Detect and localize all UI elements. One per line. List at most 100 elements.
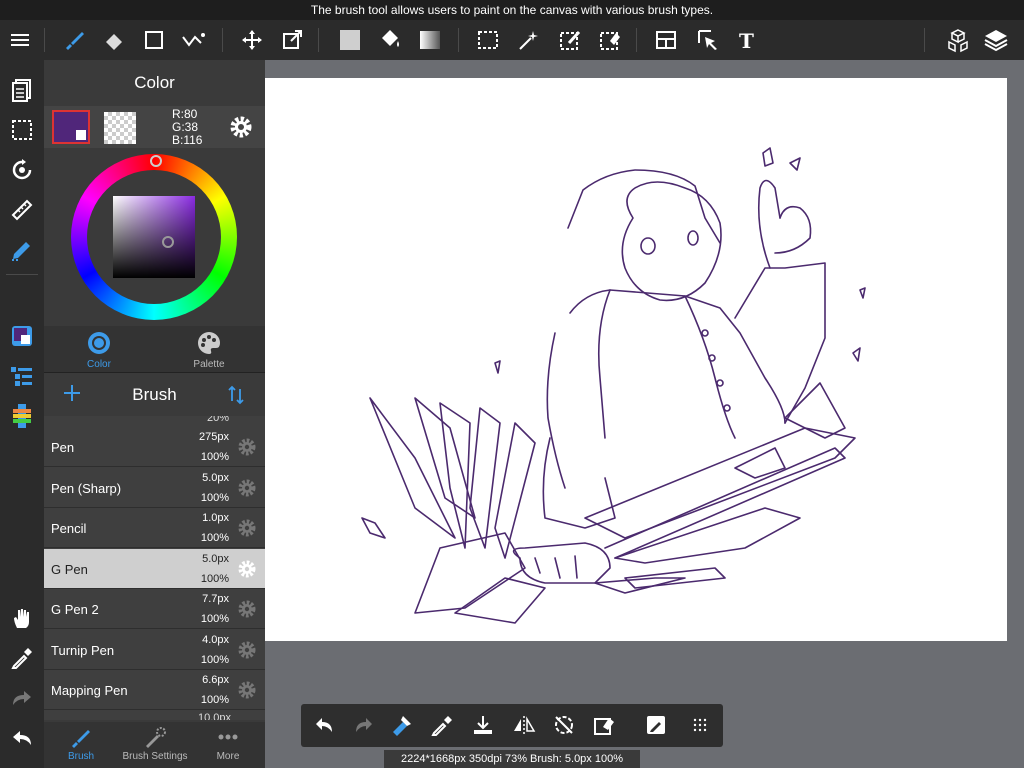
brush-list-item[interactable]: Turnip Pen 4.0px 100%: [44, 629, 265, 670]
eraser-tool-icon[interactable]: [98, 24, 130, 56]
cmd-flip-icon[interactable]: [509, 710, 539, 740]
cmd-grid-icon[interactable]: [685, 710, 715, 740]
rgb-readout: R:80 G:38 B:116: [172, 108, 202, 147]
eyedropper-icon[interactable]: [6, 642, 38, 674]
brush-size: 7.7px: [202, 593, 229, 605]
brush-list-item[interactable]: Pen 275px 100%: [44, 427, 265, 467]
menu-icon[interactable]: [4, 24, 36, 56]
cmd-undo-icon[interactable]: [309, 710, 339, 740]
brush-settings-gear-icon[interactable]: [237, 437, 257, 462]
brush-list-item[interactable]: Pencil 1.0px 100%: [44, 508, 265, 548]
move-tool-icon[interactable]: [236, 24, 268, 56]
rgb-b: B:116: [172, 133, 203, 147]
rotate-canvas-icon[interactable]: [6, 154, 38, 186]
undo-icon[interactable]: [6, 722, 38, 754]
bucket-tool-icon[interactable]: [374, 24, 406, 56]
brush-settings-gear-icon[interactable]: [237, 640, 257, 665]
brush-name: Turnip Pen: [51, 642, 115, 658]
brush-name: Pen (Sharp): [51, 480, 122, 496]
cmd-rotate-reset-icon[interactable]: [549, 710, 579, 740]
brush-settings-gear-icon[interactable]: [237, 559, 257, 584]
color-wheel-area[interactable]: [44, 148, 265, 326]
magic-wand-icon[interactable]: [512, 24, 544, 56]
footer-tab-brush-settings[interactable]: Brush Settings: [118, 726, 192, 762]
brush-partial-bottom: 10.0px: [197, 712, 231, 720]
sort-icon[interactable]: [228, 385, 244, 410]
redo-icon[interactable]: [6, 682, 38, 714]
cmd-eyedropper-icon[interactable]: [427, 710, 457, 740]
brush-settings-gear-icon[interactable]: [237, 599, 257, 624]
sv-cursor[interactable]: [162, 236, 174, 248]
brush-tool-icon[interactable]: [58, 24, 90, 56]
tooltip-bar: The brush tool allows users to paint on …: [0, 0, 1024, 20]
brush-list-item[interactable]: G Pen 5.0px 100%: [44, 548, 265, 589]
footer-tab-brush[interactable]: Brush: [44, 726, 118, 762]
pen-mode-icon[interactable]: [6, 234, 38, 266]
selection-icon[interactable]: [6, 114, 38, 146]
transform-tool-icon[interactable]: [276, 24, 308, 56]
brush-settings-gear-icon[interactable]: [237, 518, 257, 543]
brush-opacity: 100%: [200, 653, 229, 666]
layer-list-icon[interactable]: [6, 360, 38, 392]
brush-settings-gear-icon[interactable]: [237, 478, 257, 503]
brush-settings-gear-icon[interactable]: [237, 680, 257, 705]
footer-tab-more[interactable]: More: [191, 726, 265, 762]
tab-color[interactable]: Color: [44, 330, 154, 370]
pages-icon[interactable]: [6, 74, 38, 106]
cmd-save-icon[interactable]: [468, 710, 498, 740]
select-eraser-icon[interactable]: [594, 24, 626, 56]
frame-tool-icon[interactable]: [650, 24, 682, 56]
text-tool-icon[interactable]: T: [731, 24, 763, 56]
brush-icon: [72, 730, 90, 748]
tab-palette[interactable]: Palette: [154, 330, 264, 370]
select-rect-icon[interactable]: [472, 24, 504, 56]
cmd-edit-icon[interactable]: [641, 710, 671, 740]
panel-footer: Brush Brush Settings More: [44, 722, 265, 768]
cmd-brush-eraser-icon[interactable]: [387, 710, 417, 740]
cmd-redo-icon[interactable]: [349, 710, 379, 740]
brush-list-item[interactable]: Pen (Sharp) 5.0px 100%: [44, 467, 265, 508]
color-circle-icon: [88, 332, 110, 354]
side-panel: Color R:80 G:38 B:116 Color Palette Brus…: [44, 60, 265, 768]
saturation-value-box[interactable]: [113, 196, 195, 278]
color-row: R:80 G:38 B:116: [44, 106, 265, 148]
brush-size: 6.6px: [202, 674, 229, 686]
brush-name: Pencil: [51, 521, 87, 536]
fill-color-icon[interactable]: [334, 24, 366, 56]
brush-name: Pen: [51, 440, 75, 455]
status-bar: 2224*1668px 350dpi 73% Brush: 5.0px 100%: [384, 750, 640, 768]
color-tabs: Color Palette: [44, 326, 265, 372]
hue-cursor[interactable]: [150, 155, 162, 167]
footer-tab-brush-settings-label: Brush Settings: [122, 751, 188, 762]
gradient-tool-icon[interactable]: [414, 24, 446, 56]
main-color-swatch[interactable]: [52, 110, 90, 144]
drawing-canvas[interactable]: [265, 78, 1007, 641]
color-settings-gear-icon[interactable]: [228, 114, 254, 145]
color-bars-icon[interactable]: [6, 400, 38, 432]
brush-partial-top: 20%: [206, 416, 229, 424]
select-pen-icon[interactable]: [554, 24, 586, 56]
brush-list-item[interactable]: Mapping Pen 6.6px 100%: [44, 670, 265, 710]
brush-opacity: 100%: [200, 572, 229, 585]
top-toolbar: T: [0, 20, 1024, 60]
hand-tool-icon[interactable]: [6, 602, 38, 634]
brush-settings-icon: [146, 727, 166, 748]
brush-list-item[interactable]: G Pen 2 7.7px 100%: [44, 589, 265, 629]
brush-header: Brush: [44, 372, 265, 416]
footer-tab-more-label: More: [216, 751, 240, 762]
brush-size: 4.0px: [202, 633, 229, 646]
brush-opacity: 100%: [200, 694, 229, 706]
brush-opacity: 100%: [200, 613, 229, 625]
correction-tool-icon[interactable]: [178, 24, 210, 56]
color-swap-icon[interactable]: [6, 320, 38, 352]
brush-size: 5.0px: [202, 552, 229, 565]
transparent-swatch[interactable]: [104, 112, 136, 144]
cmd-clear-icon[interactable]: [589, 710, 619, 740]
ruler-icon[interactable]: [6, 194, 38, 226]
3d-material-icon[interactable]: [942, 24, 974, 56]
color-panel-title: Color: [44, 60, 265, 106]
shape-tool-icon[interactable]: [138, 24, 170, 56]
layers-icon[interactable]: [980, 24, 1012, 56]
operation-tool-icon[interactable]: [692, 24, 724, 56]
brush-size: 5.0px: [202, 471, 229, 484]
